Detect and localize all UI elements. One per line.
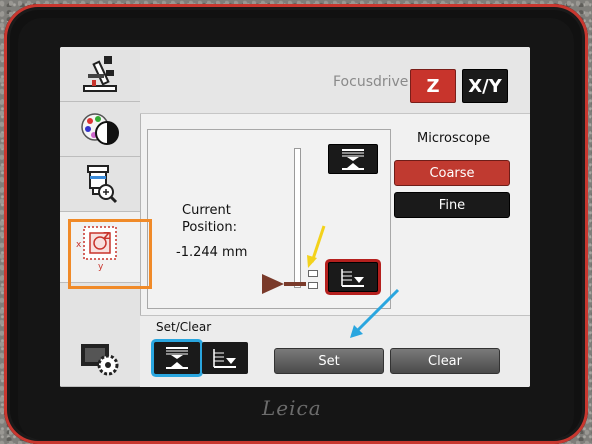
coarse-button[interactable]: Coarse [394, 160, 510, 186]
microscope-icon [83, 56, 117, 92]
tab-microscope[interactable] [60, 47, 140, 102]
upper-limit-select-icon [166, 347, 188, 369]
palette-contrast-icon [81, 113, 119, 145]
tab-settings[interactable] [60, 332, 140, 387]
lower-limit-select-button[interactable] [202, 342, 248, 374]
lower-limit-icon [341, 269, 364, 287]
sidebar-tabs: Z x y [60, 47, 141, 387]
position-pointer-icon [262, 274, 284, 294]
microscope-title: Microscope [417, 131, 491, 146]
header-bar: Focusdrive Z X/Y [140, 47, 530, 114]
upper-limit-button[interactable] [328, 144, 378, 174]
lower-limit-button[interactable] [328, 262, 378, 292]
set-button[interactable]: Set [274, 348, 384, 374]
touch-screen: Z x y Focusdrive Z X/Y Current Position:… [60, 47, 530, 387]
limit-tick-lower [308, 282, 318, 289]
active-tab-highlight [68, 219, 152, 289]
focus-range-rail [294, 148, 301, 288]
limit-tick-upper [308, 270, 318, 277]
z-axis-button[interactable]: Z [410, 69, 456, 103]
fine-button[interactable]: Fine [394, 192, 510, 218]
tab-contrast[interactable] [60, 102, 140, 157]
lower-limit-select-icon [213, 349, 236, 368]
focusdrive-label: Focusdrive [333, 74, 409, 90]
settings-monitor-icon [81, 344, 119, 376]
xy-axis-button[interactable]: X/Y [462, 69, 508, 103]
focus-position-panel: Current Position: -1.244 mm [147, 129, 391, 309]
position-marker [284, 282, 306, 286]
objective-magnify-icon [87, 165, 118, 204]
tab-objective[interactable] [60, 157, 140, 212]
set-clear-bar: Set/Clear Set Clear [140, 315, 530, 387]
clear-button[interactable]: Clear [390, 348, 500, 374]
upper-limit-select-button[interactable] [154, 342, 200, 374]
current-position-value: -1.244 mm [176, 245, 248, 260]
current-position-label: Current Position: [182, 203, 237, 235]
upper-limit-icon [342, 149, 364, 170]
set-clear-title: Set/Clear [156, 320, 212, 334]
device-brand-logo: Leica [262, 396, 322, 420]
